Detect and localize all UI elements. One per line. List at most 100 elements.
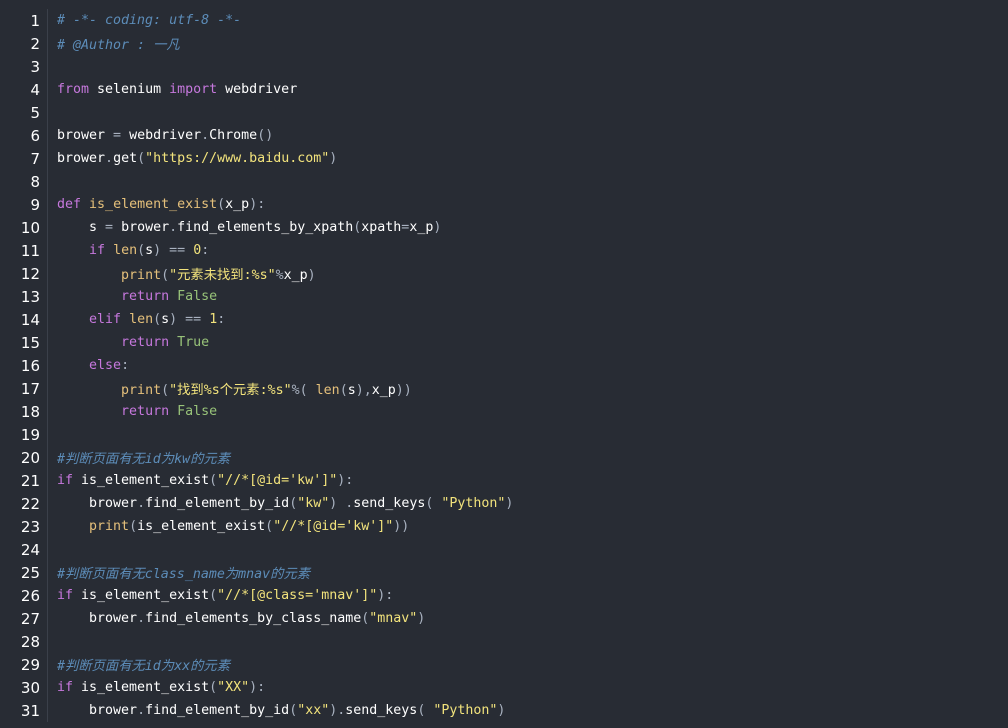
code-token-default bbox=[169, 289, 177, 304]
code-line[interactable]: 30 if is_element_exist("XX"): bbox=[0, 676, 1008, 699]
code-line[interactable]: 17 print("找到%s个元素:%s"%( len(s),x_p)) bbox=[0, 377, 1008, 400]
code-token-default bbox=[57, 335, 121, 350]
code-token-string: "https://www.baidu.com" bbox=[145, 151, 330, 166]
code-token-default: find_elements_by_xpath bbox=[177, 220, 354, 235]
code-token-punct: ( bbox=[209, 588, 218, 603]
code-token-keyword: else bbox=[89, 358, 122, 373]
gutter-divider bbox=[47, 55, 48, 78]
code-token-constant: False bbox=[177, 404, 218, 419]
line-content: if is_element_exist("XX"): bbox=[57, 680, 265, 695]
code-line[interactable]: 10 s = brower.find_elements_by_xpath(xpa… bbox=[0, 216, 1008, 239]
code-line[interactable]: 14 elif len(s) == 1: bbox=[0, 308, 1008, 331]
code-line[interactable]: 7 brower.get("https://www.baidu.com") bbox=[0, 147, 1008, 170]
code-line[interactable]: 20 #判断页面有无id为kw的元素 bbox=[0, 446, 1008, 469]
code-token-default: s bbox=[347, 383, 356, 398]
code-line[interactable]: 5 bbox=[0, 101, 1008, 124]
code-line[interactable]: 2 # @Author : 一凡 bbox=[0, 32, 1008, 55]
code-token-default bbox=[57, 289, 121, 304]
line-number: 6 bbox=[30, 126, 40, 145]
line-number: 1 bbox=[30, 11, 40, 30]
code-line[interactable]: 16 else: bbox=[0, 354, 1008, 377]
code-token-comment: #判断页面有无class_name为mnav的元素 bbox=[57, 567, 311, 582]
line-content: if len(s) == 0: bbox=[57, 243, 209, 258]
code-token-punct: ) bbox=[497, 703, 506, 718]
code-token-keyword: def bbox=[57, 197, 82, 212]
line-number: 21 bbox=[20, 471, 40, 490]
code-token-punct: ( bbox=[137, 151, 146, 166]
line-number: 7 bbox=[30, 149, 40, 168]
code-token-default bbox=[57, 404, 121, 419]
code-line[interactable]: 26 if is_element_exist("//*[@class='mnav'… bbox=[0, 584, 1008, 607]
line-number: 4 bbox=[30, 80, 40, 99]
line-content: brower = webdriver.Chrome() bbox=[57, 128, 273, 143]
line-content: # -*- coding: utf-8 -*- bbox=[57, 13, 241, 28]
code-editor[interactable]: 1 # -*- coding: utf-8 -*- 2 # @Author : 一凡 3… bbox=[0, 0, 1008, 728]
gutter-divider bbox=[47, 561, 48, 584]
code-line[interactable]: 3 bbox=[0, 55, 1008, 78]
code-token-punct: ( bbox=[217, 197, 226, 212]
line-number: 31 bbox=[20, 701, 40, 720]
code-token-builtin: len bbox=[113, 243, 138, 258]
code-line[interactable]: 18 return False bbox=[0, 400, 1008, 423]
code-token-default bbox=[57, 243, 89, 258]
line-content: #判断页面有无id为kw的元素 bbox=[57, 448, 230, 467]
code-token-keyword: elif bbox=[89, 312, 122, 327]
code-line[interactable]: 24 bbox=[0, 538, 1008, 561]
code-token-default: xpath bbox=[361, 220, 402, 235]
line-content: s = brower.find_elements_by_xpath(xpath=… bbox=[57, 220, 441, 235]
code-line[interactable]: 19 bbox=[0, 423, 1008, 446]
code-token-punct: ( bbox=[209, 680, 218, 695]
code-token-number: 0 bbox=[193, 243, 202, 258]
code-token-punct: )) bbox=[395, 383, 412, 398]
code-line[interactable]: 27 brower.find_elements_by_class_name("m… bbox=[0, 607, 1008, 630]
code-token-default bbox=[81, 197, 89, 212]
code-line[interactable]: 13 return False bbox=[0, 285, 1008, 308]
code-token-comment: # @Author : 一凡 bbox=[57, 38, 180, 53]
code-line[interactable]: 15 return True bbox=[0, 331, 1008, 354]
code-line[interactable]: 8 bbox=[0, 170, 1008, 193]
line-number: 2 bbox=[30, 34, 40, 53]
code-token-comment: #判断页面有无id为kw的元素 bbox=[57, 452, 230, 467]
code-line[interactable]: 23 print(is_element_exist("//*[@id='kw']… bbox=[0, 515, 1008, 538]
line-content: brower.find_elements_by_class_name("mnav… bbox=[57, 611, 425, 626]
code-line[interactable]: 21 if is_element_exist("//*[@id='kw']"): bbox=[0, 469, 1008, 492]
code-line[interactable]: 11 if len(s) == 0: bbox=[0, 239, 1008, 262]
code-token-default bbox=[121, 312, 129, 327]
code-token-default: brower bbox=[57, 496, 138, 511]
code-token-punct: ( bbox=[161, 268, 170, 283]
code-line[interactable]: 25 #判断页面有无class_name为mnav的元素 bbox=[0, 561, 1008, 584]
line-number: 18 bbox=[20, 402, 40, 421]
line-content: #判断页面有无class_name为mnav的元素 bbox=[57, 563, 310, 582]
gutter-divider bbox=[47, 239, 48, 262]
gutter-divider bbox=[47, 400, 48, 423]
code-token-punct: ) bbox=[153, 243, 162, 258]
code-token-default: brower bbox=[57, 128, 114, 143]
code-line[interactable]: 28 bbox=[0, 630, 1008, 653]
code-line[interactable]: 6 brower = webdriver.Chrome() bbox=[0, 124, 1008, 147]
code-line[interactable]: 29 #判断页面有无id为xx的元素 bbox=[0, 653, 1008, 676]
code-line[interactable]: 4 from selenium import webdriver bbox=[0, 78, 1008, 101]
code-line[interactable]: 12 print("元素未找到:%s"%x_p) bbox=[0, 262, 1008, 285]
code-line[interactable]: 1 # -*- coding: utf-8 -*- bbox=[0, 9, 1008, 32]
line-number: 13 bbox=[20, 287, 40, 306]
code-token-punct: ): bbox=[249, 680, 266, 695]
code-token-default: brower bbox=[113, 220, 170, 235]
code-line[interactable]: 9 def is_element_exist(x_p): bbox=[0, 193, 1008, 216]
line-number: 29 bbox=[20, 655, 40, 674]
code-token-punct: ), bbox=[355, 383, 372, 398]
code-token-keyword: from bbox=[57, 82, 90, 97]
code-line[interactable]: 31 brower.find_element_by_id("xx").send_… bbox=[0, 699, 1008, 722]
line-number: 26 bbox=[20, 586, 40, 605]
gutter-divider bbox=[47, 538, 48, 561]
line-number: 27 bbox=[20, 609, 40, 628]
line-content: def is_element_exist(x_p): bbox=[57, 197, 265, 212]
code-token-default bbox=[57, 519, 89, 534]
code-line[interactable]: 22 brower.find_element_by_id("kw") .send… bbox=[0, 492, 1008, 515]
line-content: elif len(s) == 1: bbox=[57, 312, 225, 327]
code-token-builtin: is_element_exist bbox=[89, 197, 218, 212]
gutter-divider bbox=[47, 515, 48, 538]
code-token-builtin: print bbox=[121, 268, 162, 283]
line-number: 17 bbox=[20, 379, 40, 398]
code-token-punct: ) bbox=[505, 496, 514, 511]
code-token-constant: False bbox=[177, 289, 218, 304]
